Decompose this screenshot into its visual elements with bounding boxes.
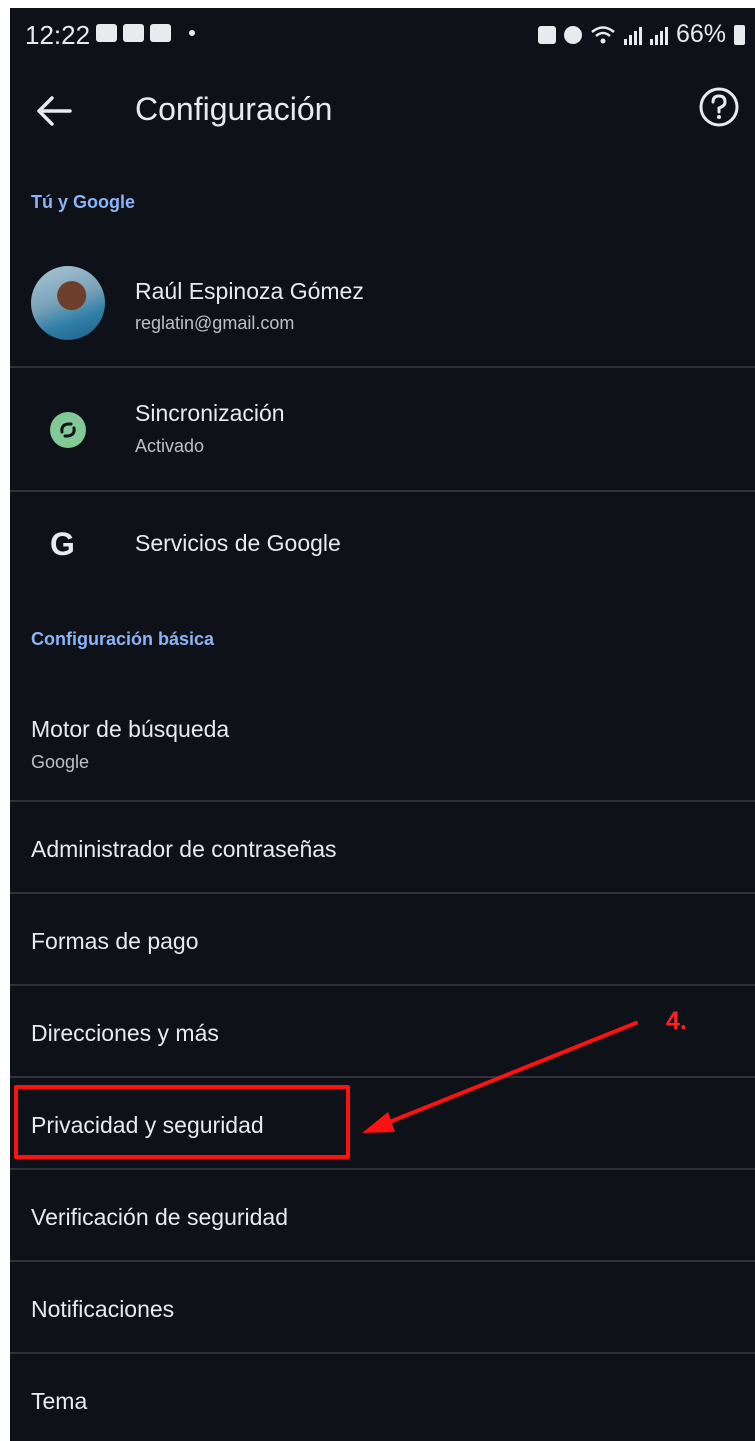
payment-methods-label: Formas de pago	[31, 928, 199, 954]
notifications-row[interactable]: Notificaciones	[10, 1262, 755, 1352]
page-title: Configuración	[135, 91, 333, 127]
passwords-row[interactable]: Administrador de contraseñas	[10, 802, 755, 892]
battery-saver-icon	[537, 25, 556, 44]
signal-icon	[623, 25, 642, 45]
passwords-label: Administrador de contraseñas	[31, 836, 337, 862]
alarm-icon	[563, 25, 582, 44]
payment-methods-row[interactable]: Formas de pago	[10, 894, 755, 984]
status-bar: 12:22 66%	[10, 8, 755, 62]
search-engine-value: Google	[31, 752, 90, 772]
battery-icon	[734, 24, 745, 45]
battery-percent: 66%	[675, 20, 726, 48]
app-bar: Configuración	[10, 62, 755, 162]
google-services-label: Servicios de Google	[135, 530, 341, 556]
sync-status: Activado	[135, 436, 205, 456]
google-icon: G	[50, 526, 75, 562]
addresses-row[interactable]: Direcciones y más	[10, 986, 755, 1076]
annotation-step-label: 4.	[666, 1007, 687, 1035]
wifi-icon	[591, 25, 615, 43]
annotation-highlight-box	[14, 1085, 350, 1159]
arrow-back-icon[interactable]	[30, 87, 78, 135]
safety-check-row[interactable]: Verificación de seguridad	[10, 1170, 755, 1260]
help-circle-icon[interactable]	[697, 85, 741, 129]
section-header-you-and-google: Tú y Google	[31, 192, 136, 212]
notifications-label: Notificaciones	[31, 1296, 175, 1322]
section-header-basic-settings: Configuración básica	[31, 629, 215, 649]
account-name: Raúl Espinoza Gómez	[135, 278, 364, 304]
safety-check-label: Verificación de seguridad	[31, 1204, 288, 1230]
avatar	[31, 266, 105, 340]
settings-screen: 12:22 66% Configuración Tú y Google Raúl…	[10, 8, 755, 1441]
sync-text: Sincronización Activado	[135, 400, 285, 457]
status-time: 12:22	[25, 20, 91, 50]
system-icons: 66%	[537, 20, 745, 49]
sync-icon	[50, 412, 86, 448]
account-email: reglatin@gmail.com	[135, 313, 295, 333]
search-engine-row[interactable]: Motor de búsqueda Google	[10, 688, 755, 800]
sms-icon	[123, 24, 144, 42]
addresses-label: Direcciones y más	[31, 1020, 219, 1046]
theme-row[interactable]: Tema	[10, 1354, 755, 1441]
theme-label: Tema	[31, 1388, 88, 1414]
sync-label: Sincronización	[135, 400, 285, 426]
sms-icon	[96, 24, 117, 42]
dot-icon	[189, 30, 195, 36]
notification-icons	[96, 24, 195, 42]
search-engine-label: Motor de búsqueda	[31, 716, 230, 742]
search-engine-text: Motor de búsqueda Google	[31, 716, 229, 773]
signal-icon	[649, 25, 668, 45]
gallery-icon	[150, 24, 171, 42]
account-row[interactable]: Raúl Espinoza Gómez reglatin@gmail.com	[10, 266, 755, 366]
google-services-row[interactable]: G Servicios de Google	[10, 492, 755, 592]
sync-row[interactable]: Sincronización Activado	[10, 368, 755, 490]
account-text: Raúl Espinoza Gómez reglatin@gmail.com	[135, 278, 364, 334]
